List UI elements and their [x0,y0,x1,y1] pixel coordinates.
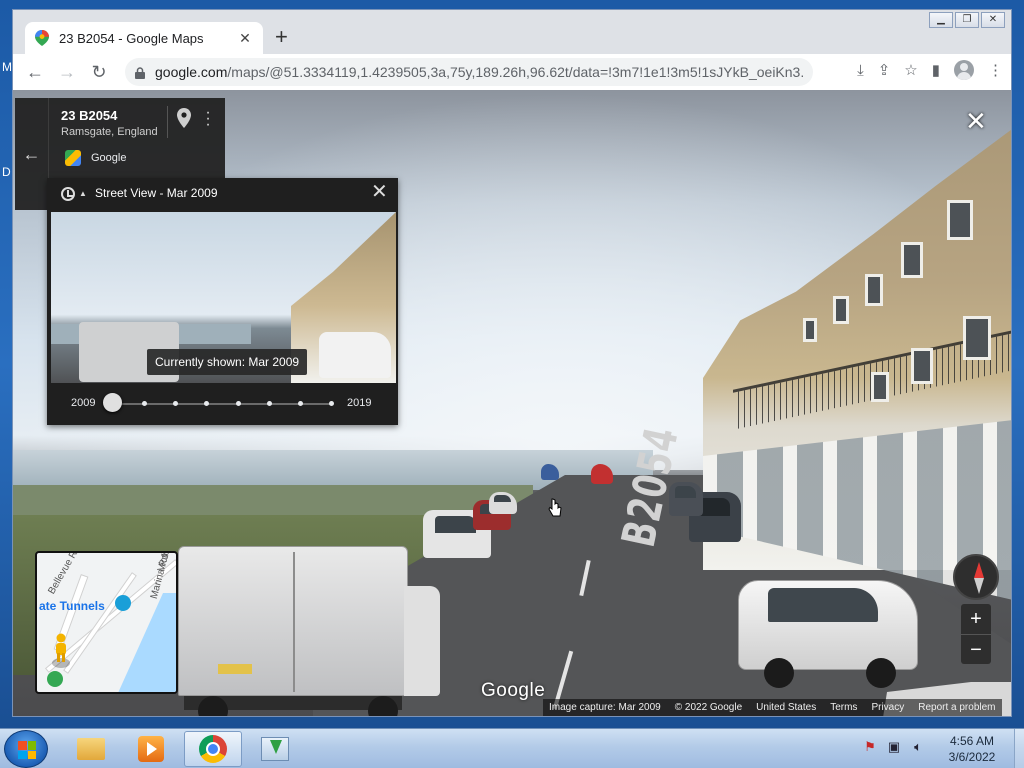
copyright-text: © 2022 Google [674,702,743,713]
network-icon[interactable]: ▣ [886,739,902,755]
profile-avatar-icon[interactable] [954,60,974,80]
media-player-icon [138,736,164,762]
report-problem-link[interactable]: Report a problem [918,702,995,713]
google-maps-logo-icon [65,150,81,166]
currently-shown-tooltip: Currently shown: Mar 2009 [147,349,308,375]
provider-name: Google [91,152,127,164]
time-machine-preview[interactable]: Currently shown: Mar 2009 [51,212,396,383]
close-window-button[interactable]: ✕ [981,12,1005,28]
windows-logo-icon [18,741,36,759]
browser-toolbar: ← → ↻ google.com/maps/@51.3334119,1.4239… [13,54,1011,90]
tab-google-maps[interactable]: 23 B2054 - Google Maps ✕ [25,22,263,54]
time-machine-header: ▲ Street View - Mar 2009 ✕ [47,178,398,210]
url-text: google.com/maps/@51.3334119,1.4239505,3a… [155,64,803,80]
close-street-view-icon[interactable]: ✕ [965,108,987,134]
bookmark-star-icon[interactable]: ☆ [904,61,917,79]
taskbar-file-explorer[interactable] [62,731,120,767]
compass-icon[interactable] [953,554,999,600]
install-app-icon[interactable]: ⤓ [857,62,864,79]
slider-end-year: 2019 [347,397,372,409]
clock-date: 3/6/2022 [948,750,996,764]
attribution-bar: Image capture: Mar 2009 © 2022 Google Un… [543,699,1002,716]
slider-stop[interactable] [173,401,179,406]
reload-icon[interactable]: ↻ [83,58,115,86]
volume-icon[interactable]: 🔈︎ [910,739,926,755]
tab-title: 23 B2054 - Google Maps [59,30,204,46]
new-tab-button[interactable]: + [275,26,288,48]
zoom-out-button[interactable]: − [961,635,991,665]
hand-cursor-icon [548,498,562,518]
toolbar-right: ⤓ ⇪ ☆ ▮ ⋮ [857,60,1003,80]
slider-stop[interactable] [204,401,210,406]
map-marker-icon [47,671,63,687]
slider-start-year: 2009 [71,397,96,409]
google-maps-favicon-icon [35,30,49,46]
minimap-poi-label: ate Tunnels [39,599,105,613]
menu-kebab-icon[interactable]: ⋮ [988,61,1003,79]
desktop-fragment-d: D [2,165,11,179]
address-bar[interactable]: google.com/maps/@51.3334119,1.4239505,3a… [125,58,813,86]
download-icon [261,737,289,761]
system-tray: ⚑ ▣ 🔈︎ [862,739,926,755]
windows-taskbar: ⚑ ▣ 🔈︎ 4:56 AM 3/6/2022 [0,728,1024,768]
street-view-canvas[interactable]: B2054 ✕ ← 23 B2054 Ramsgate, England · ·… [13,90,1011,716]
taskbar-download-app[interactable] [246,731,304,767]
time-machine-panel: ▲ Street View - Mar 2009 ✕ Currently sho… [47,178,398,425]
map-pin-icon[interactable] [177,108,191,128]
taskbar-chrome[interactable] [184,731,242,767]
lock-icon [135,66,145,79]
minimap[interactable]: Bellevue R Marina Rd Victo ate Tunnels [35,551,178,694]
minimize-button[interactable]: ▁ [929,12,953,28]
tab-strip: 23 B2054 - Google Maps ✕ + ▁ ❐ ✕ [13,10,1011,54]
zoom-controls: + − [961,604,991,664]
forward-arrow-icon[interactable]: → [51,58,83,86]
back-arrow-icon[interactable]: ← [15,98,49,210]
time-machine-title: Street View - Mar 2009 [95,186,218,200]
image-capture-date: Image capture: Mar 2009 [549,702,661,713]
parked-car [669,482,703,516]
slider-stop[interactable] [297,401,303,406]
pegman-icon[interactable] [51,633,71,669]
white-box-van [178,546,440,716]
side-panel-icon[interactable]: ▮ [932,61,940,79]
action-center-flag-icon[interactable]: ⚑ [862,739,878,755]
white-panel-van [738,570,918,690]
slider-stop[interactable] [235,401,241,406]
slider-stop[interactable] [266,401,272,406]
system-clock[interactable]: 4:56 AM 3/6/2022 [940,733,1004,765]
slider-knob[interactable] [103,393,122,412]
window-controls: ▁ ❐ ✕ [929,12,1005,28]
terms-link[interactable]: Terms [830,702,857,713]
region-link[interactable]: United States [756,702,816,713]
place-title: 23 B2054 [61,108,118,123]
caret-up-icon[interactable]: ▲ [79,189,87,198]
back-arrow-icon[interactable]: ← [19,58,51,86]
close-time-machine-icon[interactable]: ✕ [371,182,388,202]
slider-stop[interactable] [142,401,148,406]
folder-icon [77,738,105,760]
show-desktop-button[interactable] [1014,729,1024,768]
tab-close-icon[interactable]: ✕ [237,30,253,47]
restore-button[interactable]: ❐ [955,12,979,28]
start-button[interactable] [4,730,48,768]
history-clock-icon[interactable] [61,187,75,201]
clock-time: 4:56 AM [949,734,995,748]
privacy-link[interactable]: Privacy [871,702,904,713]
parked-car [489,492,517,514]
chrome-icon [199,735,227,763]
more-options-icon[interactable]: · · · [203,105,213,133]
share-icon[interactable]: ⇪ [878,61,891,79]
browser-window: 23 B2054 - Google Maps ✕ + ▁ ❐ ✕ ← → ↻ g… [12,9,1012,717]
google-watermark: Google [481,680,546,701]
zoom-in-button[interactable]: + [961,604,991,634]
slider-stop[interactable] [329,401,334,406]
taskbar-media-player[interactable] [122,731,180,767]
desktop-fragment-m: M [2,60,12,74]
year-slider[interactable]: 2009 2019 [47,388,398,418]
camera-poi-icon[interactable] [115,595,131,611]
place-locality: Ramsgate, England [61,126,158,138]
